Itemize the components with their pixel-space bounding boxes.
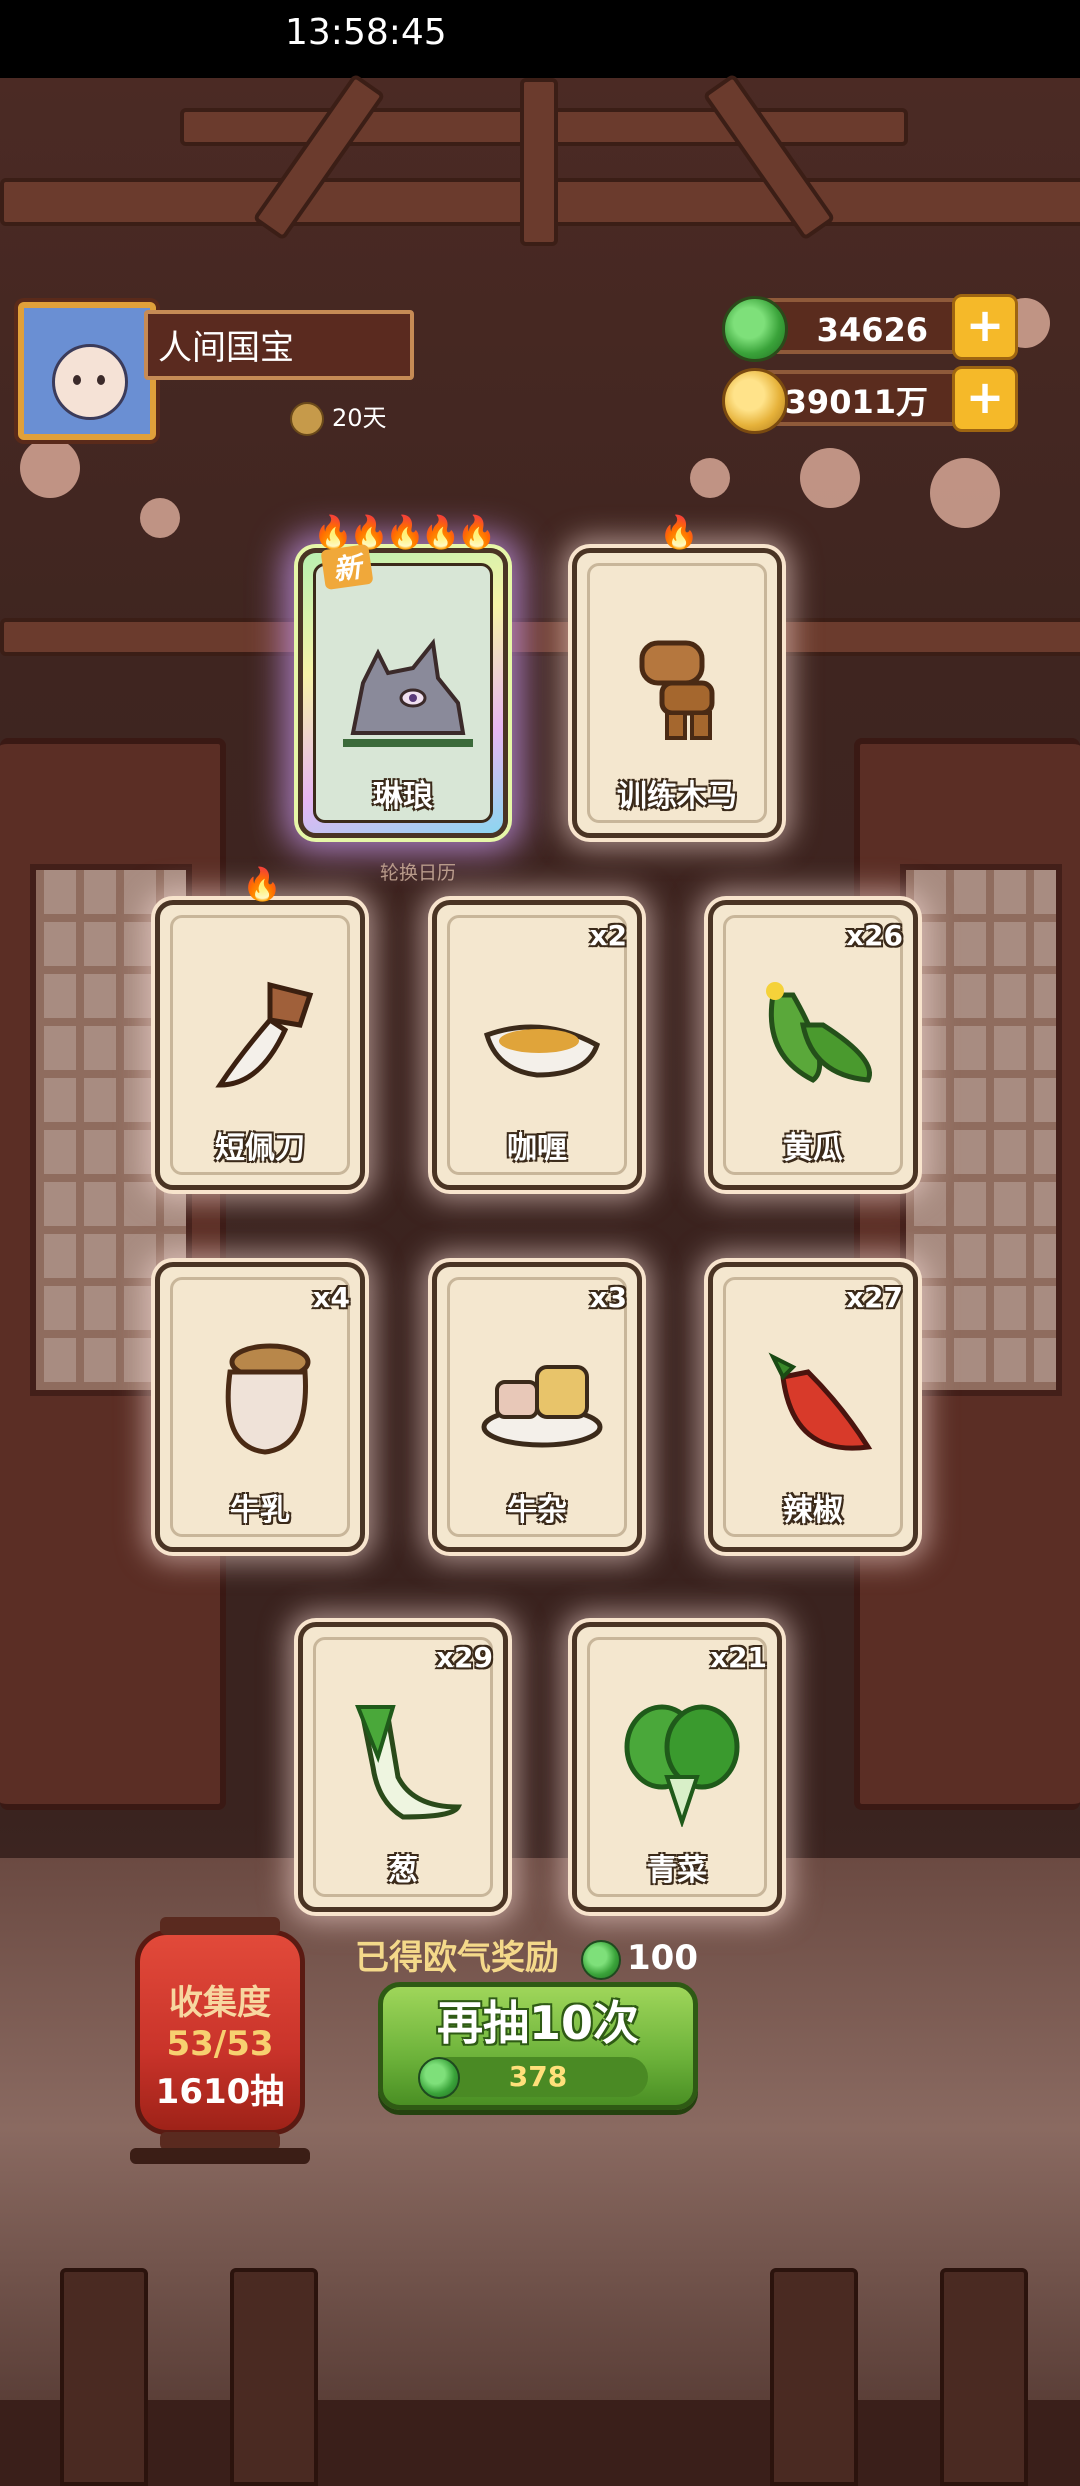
card-scallion[interactable]: x29 葱 xyxy=(298,1622,508,1912)
card-count: x2 xyxy=(589,919,627,952)
flame-icon: 🔥 xyxy=(659,513,699,551)
wolf-icon xyxy=(343,638,473,747)
flame-icon: 🔥🔥🔥🔥🔥 xyxy=(313,513,496,551)
beef-offal-icon xyxy=(481,1365,603,1448)
status-bar: 13:58:45 xyxy=(0,0,1080,78)
lantern-stand xyxy=(130,2148,310,2164)
window-lattice xyxy=(900,864,1062,1396)
card-training-horse[interactable]: 🔥 训练木马 xyxy=(572,513,782,838)
roof-beam xyxy=(520,78,558,246)
wooden-horse-icon xyxy=(639,640,715,740)
key-icon xyxy=(290,402,324,436)
card-dagger[interactable]: 🔥 短佩刀 xyxy=(155,865,365,1190)
days-label: 20天 xyxy=(332,404,387,432)
card-milk[interactable]: x4 牛乳 xyxy=(155,1262,365,1552)
scallion-icon xyxy=(355,1705,463,1820)
card-label: 咖喱 xyxy=(507,1131,567,1166)
lantern-cap xyxy=(160,1917,280,1935)
collection-title: 收集度 xyxy=(169,1983,271,2023)
card-count: x4 xyxy=(312,1281,350,1314)
reward-text: 已得欧气奖励 xyxy=(355,1938,559,1978)
coin-currency-bar: 39011万 + xyxy=(722,366,1018,434)
avatar-eye xyxy=(73,375,81,385)
cucumber-icon xyxy=(766,982,872,1083)
curry-icon xyxy=(483,1024,601,1078)
card-label: 短佩刀 xyxy=(215,1131,305,1166)
avatar-face xyxy=(52,344,128,420)
blossom xyxy=(800,448,860,508)
card-label: 葱 xyxy=(388,1853,418,1888)
blossom xyxy=(690,458,730,498)
draw-button-label: 再抽10次 xyxy=(436,1996,639,2050)
card-featured-linlang[interactable]: 🔥🔥🔥🔥🔥 新 琳琅 xyxy=(298,513,508,838)
card-label: 牛乳 xyxy=(230,1493,290,1528)
card-count: x29 xyxy=(435,1641,493,1674)
card-count: x3 xyxy=(589,1281,627,1314)
draw-cost: 378 xyxy=(418,2057,648,2099)
collection-lantern[interactable]: 收集度 53/53 1610抽 xyxy=(135,1917,305,2150)
jade-currency-bar: 34626 + xyxy=(722,294,1018,362)
card-label: 黄瓜 xyxy=(783,1131,843,1166)
blossom xyxy=(140,498,180,538)
jade-amount: 34626 xyxy=(816,311,928,349)
new-badge: 新 xyxy=(320,543,374,591)
fence-post xyxy=(230,2268,318,2486)
fence-post xyxy=(940,2268,1028,2486)
card-label: 辣椒 xyxy=(783,1493,843,1528)
blossom xyxy=(930,458,1000,528)
card-curry[interactable]: x2 咖喱 xyxy=(432,900,642,1190)
card-beef-offal[interactable]: x3 牛杂 xyxy=(432,1262,642,1552)
roof-beam xyxy=(0,618,1080,656)
add-jade-button[interactable]: + xyxy=(952,294,1018,360)
coin-amount: 39011万 xyxy=(784,383,928,421)
card-label: 牛杂 xyxy=(507,1493,567,1528)
card-count: x26 xyxy=(845,919,903,952)
draw-again-button[interactable]: 再抽10次 378 xyxy=(378,1982,698,2110)
coin-icon xyxy=(722,368,788,434)
jade-icon xyxy=(581,1939,621,1980)
fence-post xyxy=(60,2268,148,2486)
fence-post xyxy=(770,2268,858,2486)
card-cucumber[interactable]: x26 黄瓜 xyxy=(708,900,918,1190)
card-label: 琳琅 xyxy=(373,779,433,814)
collection-progress: 53/53 xyxy=(166,2024,274,2064)
jade-icon xyxy=(418,2057,460,2099)
milk-jar-icon xyxy=(225,1343,311,1455)
flame-icon: 🔥 xyxy=(242,865,282,903)
draw-cost-value: 378 xyxy=(508,2060,568,2093)
avatar-eye xyxy=(97,375,105,385)
login-days: 20天 xyxy=(290,398,387,436)
greens-icon xyxy=(624,1704,740,1827)
card-count: x21 xyxy=(709,1641,767,1674)
dagger-icon xyxy=(215,981,314,1088)
add-coin-button[interactable]: + xyxy=(952,366,1018,432)
rotation-calendar-caption: 轮换日历 xyxy=(380,862,457,884)
player-name[interactable]: 人间国宝 xyxy=(144,310,414,380)
chili-icon xyxy=(768,1352,873,1451)
player-avatar[interactable] xyxy=(18,302,156,440)
blossom xyxy=(20,438,80,498)
reward-value: 100 xyxy=(627,1938,698,1978)
clock: 13:58:45 xyxy=(285,12,447,53)
card-label: 青菜 xyxy=(647,1853,707,1888)
card-greens[interactable]: x21 青菜 xyxy=(572,1622,782,1912)
luck-reward: 已得欧气奖励 100 xyxy=(355,1930,698,1980)
jade-icon xyxy=(722,296,788,362)
collection-draws: 1610抽 xyxy=(155,2072,285,2112)
card-label: 训练木马 xyxy=(617,779,737,814)
card-chili[interactable]: x27 辣椒 xyxy=(708,1262,918,1552)
card-count: x27 xyxy=(845,1281,903,1314)
